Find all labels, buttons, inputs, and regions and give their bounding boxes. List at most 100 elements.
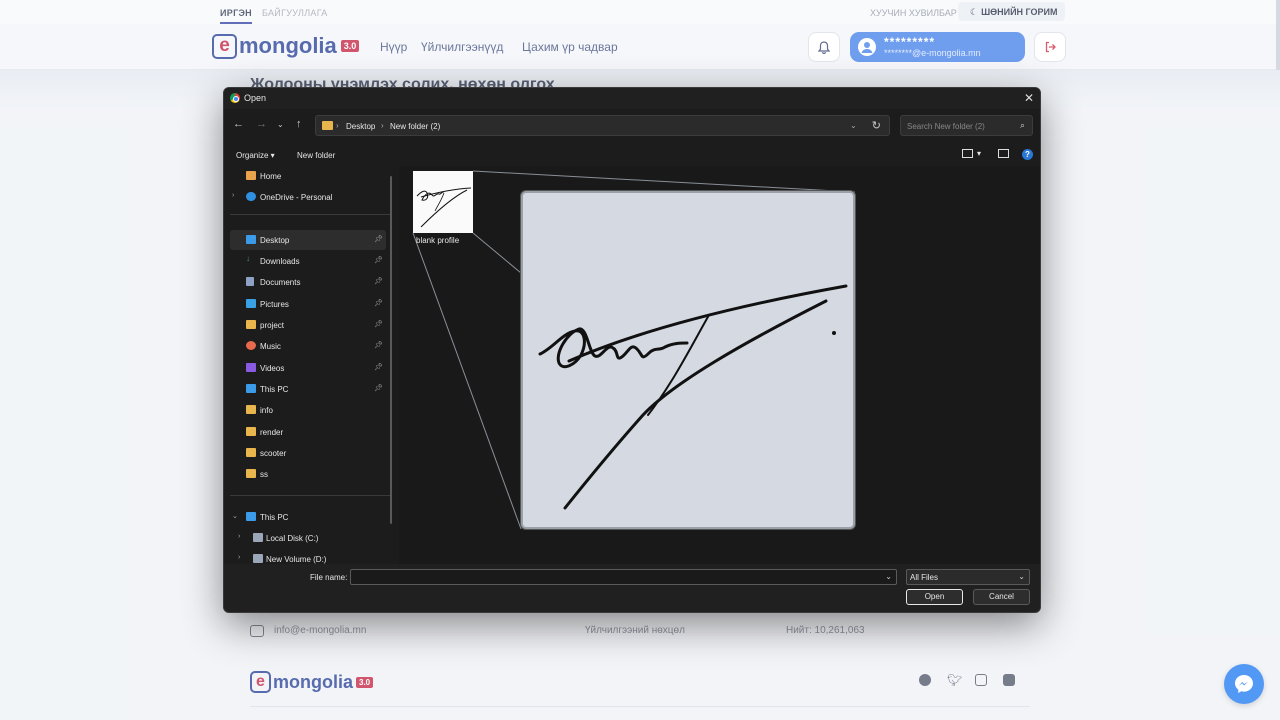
nav-pane-scrollbar[interactable] <box>390 176 392 524</box>
nav-item-label: project <box>260 321 285 330</box>
folder-icon <box>246 427 256 436</box>
file-type-select[interactable]: All Files ⌄ <box>906 569 1030 585</box>
drive-icon <box>253 533 263 542</box>
video-icon <box>246 363 256 372</box>
nav-item-label: scooter <box>260 449 287 458</box>
folder-icon <box>246 469 256 478</box>
up-arrow-icon[interactable]: ↑ <box>296 118 302 130</box>
nav-item-videos[interactable]: Videos 📌︎ <box>230 358 386 378</box>
help-icon[interactable]: ? <box>1022 149 1033 160</box>
nav-item-label: This PC <box>260 385 289 394</box>
open-button[interactable]: Open <box>906 589 963 605</box>
breadcrumb-chevron-icon: › <box>336 121 339 130</box>
nav-item-info[interactable]: info <box>230 400 386 420</box>
nav-item-this-pc[interactable]: ⌄ This PC <box>230 507 386 527</box>
file-name-dropdown-icon[interactable]: ⌄ <box>885 572 892 581</box>
nav-item-label: Desktop <box>260 236 290 245</box>
nav-item-label: Pictures <box>260 300 289 309</box>
download-icon: ↓ <box>246 254 250 263</box>
nav-item-label: New Volume (D:) <box>266 555 327 564</box>
nav-item-onedrive[interactable]: › OneDrive - Personal <box>230 187 386 207</box>
nav-item-this-pc-pinned[interactable]: This PC 📌︎ <box>230 379 386 399</box>
file-thumbnail[interactable] <box>413 171 473 233</box>
nav-item-project[interactable]: project 📌︎ <box>230 315 386 335</box>
dialog-titlebar: Open ✕ <box>224 88 1040 109</box>
pin-icon: 📌︎ <box>374 278 383 285</box>
new-folder-button[interactable]: New folder <box>297 151 335 160</box>
file-name-field-label: File name: <box>310 573 348 582</box>
search-placeholder: Search New folder (2) <box>907 122 985 131</box>
folder-icon <box>246 448 256 457</box>
back-arrow-icon[interactable]: ← <box>233 118 244 130</box>
nav-item-scooter[interactable]: scooter <box>230 443 386 463</box>
nav-item-music[interactable]: Music 📌︎ <box>230 336 386 356</box>
file-name-input[interactable]: ⌄ <box>350 569 897 585</box>
nav-item-label: render <box>260 428 284 437</box>
nav-item-label: This PC <box>260 513 289 522</box>
nav-item-ss[interactable]: ss <box>230 464 386 484</box>
forward-arrow-icon[interactable]: → <box>256 118 267 130</box>
open-file-dialog: Open ✕ ← → ⌄ ↑ › Desktop › New folder (2… <box>223 87 1041 613</box>
close-icon[interactable]: ✕ <box>1024 91 1034 105</box>
dialog-footer: File name: ⌄ All Files ⌄ Open Cancel <box>224 564 1040 612</box>
folder-icon <box>246 405 256 414</box>
recent-locations-chevron-icon[interactable]: ⌄ <box>277 120 284 129</box>
nav-item-label: Music <box>260 342 281 351</box>
file-type-dropdown-icon: ⌄ <box>1018 572 1025 581</box>
breadcrumb-new-folder[interactable]: New folder (2) <box>390 122 440 131</box>
drive-icon <box>253 554 263 563</box>
address-bar[interactable]: › Desktop › New folder (2) ⌄ ↻ <box>315 115 890 136</box>
refresh-icon[interactable]: ↻ <box>872 119 881 132</box>
nav-item-local-disk-c[interactable]: › Local Disk (C:) <box>236 528 392 548</box>
nav-item-render[interactable]: render <box>230 422 386 442</box>
search-input[interactable]: Search New folder (2) ⌕ <box>900 115 1033 136</box>
expand-chevron-icon[interactable]: › <box>238 554 240 561</box>
expand-chevron-icon[interactable]: › <box>238 533 240 540</box>
search-icon: ⌕ <box>1019 120 1025 130</box>
file-name-label[interactable]: blank profile <box>416 236 459 245</box>
computer-icon <box>246 512 256 521</box>
nav-item-home[interactable]: Home <box>230 166 386 186</box>
nav-item-label: ss <box>260 470 268 479</box>
view-options-icon[interactable] <box>962 149 973 158</box>
nav-item-downloads[interactable]: ↓ Downloads 📌︎ <box>230 251 386 271</box>
nav-item-label: Documents <box>260 278 301 287</box>
file-type-value: All Files <box>910 573 939 582</box>
pin-icon: 📌︎ <box>374 300 383 307</box>
music-icon <box>246 341 256 350</box>
organize-button[interactable]: Organize ▾ <box>236 151 275 160</box>
breadcrumb-desktop[interactable]: Desktop <box>346 122 375 131</box>
expand-chevron-icon[interactable]: › <box>232 192 234 199</box>
dialog-title: Open <box>244 93 267 103</box>
nav-item-label: Local Disk (C:) <box>266 534 319 543</box>
nav-item-label: Downloads <box>260 257 300 266</box>
signature-thumbnail <box>416 187 472 228</box>
view-dropdown-icon[interactable]: ▾ <box>977 149 981 158</box>
nav-item-desktop[interactable]: Desktop 📌︎ <box>230 230 386 250</box>
preview-pane-icon[interactable] <box>998 149 1009 158</box>
folder-icon <box>246 320 256 329</box>
pin-icon: 📌︎ <box>374 236 383 243</box>
nav-divider <box>230 214 390 215</box>
nav-item-label: Home <box>260 172 282 181</box>
pin-icon: 📌︎ <box>374 342 383 349</box>
pin-icon: 📌︎ <box>374 385 383 392</box>
address-row: ← → ⌄ ↑ › Desktop › New folder (2) ⌄ ↻ S… <box>224 114 1040 138</box>
signature-drawing <box>538 284 848 510</box>
pin-icon: 📌︎ <box>374 321 383 328</box>
cancel-button[interactable]: Cancel <box>973 589 1030 605</box>
nav-item-label: Videos <box>260 364 285 373</box>
nav-item-label: info <box>260 406 273 415</box>
collapse-chevron-icon[interactable]: ⌄ <box>232 512 238 520</box>
cloud-icon <box>246 192 256 201</box>
address-dropdown-icon[interactable]: ⌄ <box>850 121 857 130</box>
nav-item-pictures[interactable]: Pictures 📌︎ <box>230 294 386 314</box>
home-icon <box>246 171 256 180</box>
command-bar: Organize ▾ New folder ▾ ? <box>224 144 1040 166</box>
nav-item-documents[interactable]: Documents 📌︎ <box>230 272 386 292</box>
folder-icon <box>322 121 333 130</box>
desktop-icon <box>246 235 256 244</box>
navigation-pane: Home › OneDrive - Personal Desktop 📌︎ ↓ … <box>224 166 394 564</box>
document-icon <box>246 277 254 286</box>
pin-icon: 📌︎ <box>374 364 383 371</box>
